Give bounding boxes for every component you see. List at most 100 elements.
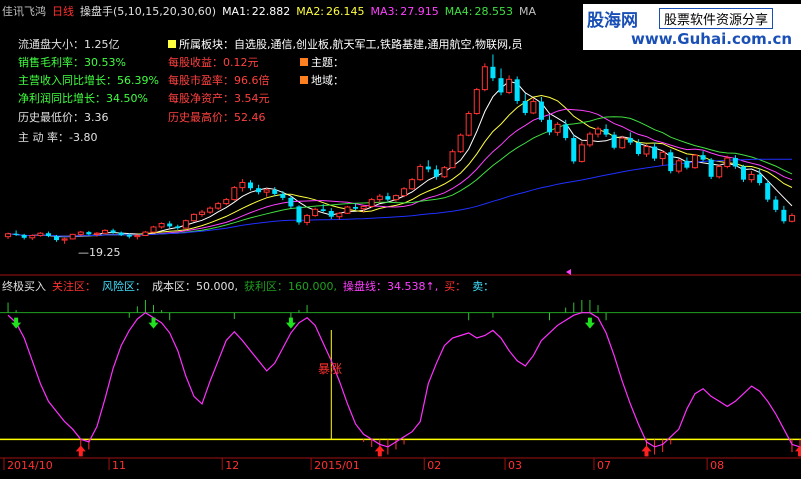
candle-body xyxy=(619,137,626,149)
info-label: 每股净资产： xyxy=(168,92,234,105)
candle-body xyxy=(158,223,165,228)
candle-body xyxy=(239,182,246,189)
candle-body xyxy=(29,235,36,239)
time-tick-label: 12 xyxy=(225,459,239,472)
time-tick-label: 03 xyxy=(508,459,522,472)
buy-arrow-icon xyxy=(374,445,385,457)
sector-value: 自选股,通信,创业板,航天军工,铁路基建,通用航空,物联网,员 xyxy=(234,38,523,51)
candle-body xyxy=(627,138,633,143)
candle-body xyxy=(182,220,189,229)
info-value: 34.50% xyxy=(106,92,148,105)
info-revenue-growth: 主营收入同比增长：56.39% xyxy=(18,72,159,88)
candle-body xyxy=(86,232,92,235)
candle-body xyxy=(280,193,286,198)
candle-body xyxy=(465,113,472,136)
candle-body xyxy=(547,119,553,133)
candle-body xyxy=(5,233,12,238)
candle-body xyxy=(757,174,763,184)
time-tick-label: 2015/01 xyxy=(314,459,360,472)
candle-body xyxy=(522,100,528,113)
candle-body xyxy=(93,232,100,235)
candle-body xyxy=(198,211,206,215)
candle-body xyxy=(320,209,326,211)
candle-body xyxy=(571,138,577,162)
info-sector: 所属板块：自选股,通信,创业板,航天军工,铁路基建,通用航空,物联网,员 xyxy=(168,36,522,52)
info-value: 56.39% xyxy=(117,74,159,87)
sector-label: 所属板块： xyxy=(179,38,234,51)
candle-body xyxy=(708,159,714,177)
candle-body xyxy=(514,79,520,101)
cursor-marker-icon xyxy=(566,269,571,275)
indicator-title[interactable]: 终极买入 xyxy=(2,280,46,293)
candle-body xyxy=(506,78,513,93)
candle-body xyxy=(37,232,44,237)
candle-body xyxy=(272,189,278,194)
candle-body xyxy=(740,166,746,180)
candle-body xyxy=(142,231,149,237)
candle-body xyxy=(190,213,197,222)
candle-body xyxy=(336,212,343,218)
attention-zone: 关注区： xyxy=(52,280,96,293)
candle-body xyxy=(425,166,431,170)
info-label: 历史最低价： xyxy=(18,111,84,124)
candle-body xyxy=(21,234,27,238)
candle-body xyxy=(77,231,84,235)
time-tick-label: 07 xyxy=(597,459,611,472)
candle-body xyxy=(691,154,698,169)
candle-body xyxy=(328,211,334,217)
ma20-line xyxy=(7,116,793,237)
info-value: 3.36 xyxy=(84,111,109,124)
candle-body xyxy=(684,160,690,168)
candle-body xyxy=(668,152,674,172)
candle-body xyxy=(401,188,408,197)
candle-body xyxy=(603,128,609,135)
candle-body xyxy=(538,101,544,120)
ma10-line xyxy=(7,94,793,237)
candle-body xyxy=(223,199,230,205)
info-value: 30.53% xyxy=(84,56,126,69)
candle-body xyxy=(256,188,262,193)
trade-line: 操盘线：34.538↑, xyxy=(342,280,439,293)
candle-body xyxy=(765,183,771,200)
info-value: 3.54元 xyxy=(234,92,270,105)
buy-label: 买： xyxy=(444,280,467,293)
candle-body xyxy=(554,123,561,133)
candle-body xyxy=(150,226,157,233)
candle-body xyxy=(659,151,666,160)
candle-body xyxy=(231,187,238,201)
candle-body xyxy=(490,66,496,79)
candle-body xyxy=(118,232,124,235)
low-price-marker: —19.25 xyxy=(78,246,121,259)
candle-body xyxy=(167,223,173,227)
info-region: 地域： xyxy=(300,72,344,88)
region-label: 地域： xyxy=(311,74,344,87)
candle-body xyxy=(134,235,141,238)
info-hist-high: 历史最高价：52.46 xyxy=(168,109,266,125)
buy-arrow-icon xyxy=(641,445,652,457)
candle-body xyxy=(473,89,480,115)
info-value: 96.6倍 xyxy=(234,74,270,87)
candle-body xyxy=(247,182,253,189)
candle-body xyxy=(69,233,76,240)
candle-body xyxy=(716,166,723,178)
candle-body xyxy=(376,195,383,201)
time-tick-label: 2014/10 xyxy=(7,459,53,472)
candle-body xyxy=(312,208,319,217)
candle-body xyxy=(110,230,116,233)
candle-body xyxy=(61,238,68,241)
info-label: 主营收入同比增长： xyxy=(18,74,117,87)
candle-body xyxy=(457,134,464,153)
info-value: -3.80 xyxy=(69,131,98,144)
candle-body xyxy=(45,233,51,237)
sell-arrow-icon xyxy=(285,317,296,329)
candle-body xyxy=(409,179,416,190)
candle-body xyxy=(773,199,779,210)
candle-body xyxy=(433,169,439,177)
candle-body xyxy=(724,157,731,168)
time-tick-label: 08 xyxy=(710,459,724,472)
region-square-icon xyxy=(300,76,308,84)
info-active-rate: 主 动 率：-3.80 xyxy=(18,129,97,145)
candle-body xyxy=(788,215,795,222)
candle-body xyxy=(748,174,755,181)
candle-body xyxy=(563,124,569,139)
